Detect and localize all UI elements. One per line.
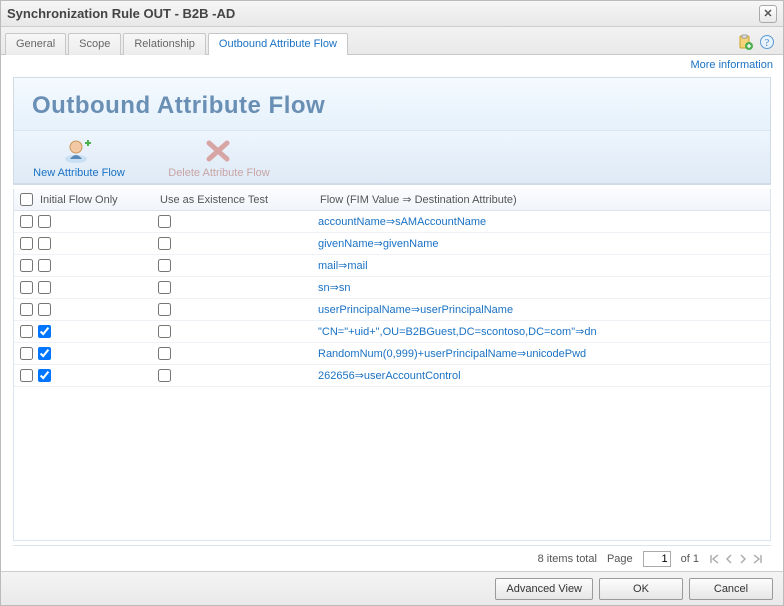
cancel-button[interactable]: Cancel: [689, 578, 773, 600]
tool-label: Delete Attribute Flow: [168, 167, 270, 179]
row-select-checkbox[interactable]: [20, 325, 33, 338]
tab-strip: General Scope Relationship Outbound Attr…: [1, 27, 783, 55]
table-row[interactable]: givenName⇒givenName: [14, 233, 770, 255]
titlebar: Synchronization Rule OUT - B2B -AD ✕: [1, 1, 783, 27]
initial-flow-checkbox[interactable]: [38, 281, 51, 294]
existence-test-checkbox[interactable]: [158, 281, 171, 294]
col-flow-header[interactable]: Flow (FIM Value ⇒ Destination Attribute): [318, 193, 770, 206]
tab-general[interactable]: General: [5, 33, 66, 55]
panel-header: Outbound Attribute Flow: [14, 78, 770, 131]
more-information-link[interactable]: More information: [690, 59, 773, 71]
window-title: Synchronization Rule OUT - B2B -AD: [7, 6, 759, 21]
select-all-checkbox[interactable]: [20, 193, 33, 206]
row-select-checkbox[interactable]: [20, 281, 33, 294]
flow-link[interactable]: userPrincipalName⇒userPrincipalName: [318, 303, 770, 316]
page-label: Page: [607, 553, 633, 565]
tab-label: Relationship: [134, 38, 195, 50]
help-icon[interactable]: ?: [759, 34, 775, 50]
table-row[interactable]: 262656⇒userAccountControl: [14, 365, 770, 387]
existence-test-checkbox[interactable]: [158, 347, 171, 360]
tab-label: Outbound Attribute Flow: [219, 38, 337, 50]
new-attribute-flow-button[interactable]: New Attribute Flow: [24, 137, 134, 179]
tab-scope[interactable]: Scope: [68, 33, 121, 55]
table-row[interactable]: "CN="+uid+",OU=B2BGuest,DC=scontoso,DC=c…: [14, 321, 770, 343]
close-button[interactable]: ✕: [759, 5, 777, 23]
initial-flow-checkbox[interactable]: [38, 369, 51, 382]
grid-body: accountName⇒sAMAccountName givenName⇒give…: [14, 211, 770, 540]
table-row[interactable]: userPrincipalName⇒userPrincipalName: [14, 299, 770, 321]
dialog-window: Synchronization Rule OUT - B2B -AD ✕ Gen…: [0, 0, 784, 606]
existence-test-checkbox[interactable]: [158, 259, 171, 272]
row-select-checkbox[interactable]: [20, 303, 33, 316]
existence-test-checkbox[interactable]: [158, 237, 171, 250]
more-info-row: More information: [1, 55, 783, 71]
delete-attribute-flow-button[interactable]: Delete Attribute Flow: [164, 137, 274, 179]
initial-flow-checkbox[interactable]: [38, 259, 51, 272]
row-select-checkbox[interactable]: [20, 369, 33, 382]
existence-test-checkbox[interactable]: [158, 215, 171, 228]
flow-link[interactable]: givenName⇒givenName: [318, 237, 770, 250]
content-area: Outbound Attribute Flow New Attribute Fl…: [1, 71, 783, 571]
table-row[interactable]: accountName⇒sAMAccountName: [14, 211, 770, 233]
last-page-icon[interactable]: [751, 552, 763, 566]
prev-page-icon[interactable]: [723, 552, 735, 566]
initial-flow-checkbox[interactable]: [38, 237, 51, 250]
ok-button[interactable]: OK: [599, 578, 683, 600]
table-row[interactable]: mail⇒mail: [14, 255, 770, 277]
page-of-text: of 1: [681, 553, 699, 565]
col-initial-header[interactable]: Initial Flow Only: [38, 194, 158, 206]
tab-label: Scope: [79, 38, 110, 50]
grid-header: Initial Flow Only Use as Existence Test …: [14, 189, 770, 211]
next-page-icon[interactable]: [737, 552, 749, 566]
pager: 8 items total Page of 1: [13, 545, 771, 571]
panel-toolbar: New Attribute Flow Delete Attribute Flow: [14, 131, 770, 184]
page-input[interactable]: [643, 551, 671, 567]
advanced-view-button[interactable]: Advanced View: [495, 578, 593, 600]
row-select-checkbox[interactable]: [20, 259, 33, 272]
person-add-icon: [63, 137, 95, 165]
flow-link[interactable]: RandomNum(0,999)+userPrincipalName⇒unico…: [318, 347, 770, 360]
initial-flow-checkbox[interactable]: [38, 303, 51, 316]
panel-title: Outbound Attribute Flow: [32, 92, 752, 120]
row-select-checkbox[interactable]: [20, 215, 33, 228]
flow-link[interactable]: sn⇒sn: [318, 281, 770, 294]
pager-nav: [709, 552, 763, 566]
items-total: 8 items total: [538, 553, 597, 565]
clipboard-add-icon[interactable]: [737, 34, 753, 50]
flow-link[interactable]: 262656⇒userAccountControl: [318, 369, 770, 382]
existence-test-checkbox[interactable]: [158, 369, 171, 382]
tab-outbound-attribute-flow[interactable]: Outbound Attribute Flow: [208, 33, 348, 55]
tool-label: New Attribute Flow: [33, 167, 125, 179]
attribute-flow-grid: Initial Flow Only Use as Existence Test …: [13, 189, 771, 541]
first-page-icon[interactable]: [709, 552, 721, 566]
row-select-checkbox[interactable]: [20, 237, 33, 250]
existence-test-checkbox[interactable]: [158, 303, 171, 316]
flow-link[interactable]: mail⇒mail: [318, 259, 770, 272]
initial-flow-checkbox[interactable]: [38, 215, 51, 228]
table-row[interactable]: RandomNum(0,999)+userPrincipalName⇒unico…: [14, 343, 770, 365]
delete-x-icon: [203, 137, 235, 165]
dialog-footer: Advanced View OK Cancel: [1, 571, 783, 605]
row-select-checkbox[interactable]: [20, 347, 33, 360]
table-row[interactable]: sn⇒sn: [14, 277, 770, 299]
flow-link[interactable]: accountName⇒sAMAccountName: [318, 215, 770, 228]
existence-test-checkbox[interactable]: [158, 325, 171, 338]
col-existence-header[interactable]: Use as Existence Test: [158, 194, 318, 206]
tabrow-actions: ?: [737, 34, 779, 54]
tab-relationship[interactable]: Relationship: [123, 33, 206, 55]
initial-flow-checkbox[interactable]: [38, 325, 51, 338]
panel: Outbound Attribute Flow New Attribute Fl…: [13, 77, 771, 185]
svg-text:?: ?: [765, 38, 770, 49]
tab-label: General: [16, 38, 55, 50]
flow-link[interactable]: "CN="+uid+",OU=B2BGuest,DC=scontoso,DC=c…: [318, 325, 770, 338]
close-icon: ✕: [763, 7, 772, 20]
initial-flow-checkbox[interactable]: [38, 347, 51, 360]
